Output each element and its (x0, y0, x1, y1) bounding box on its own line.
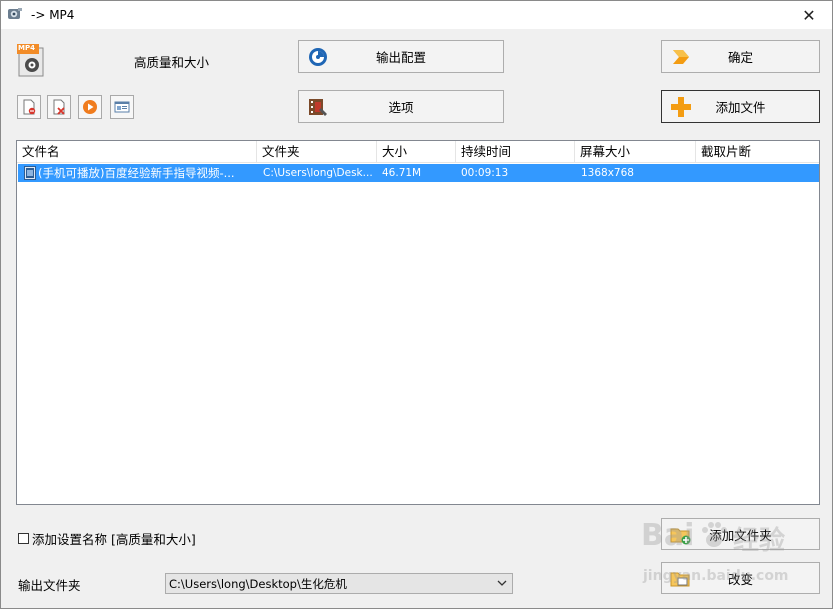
add-file-button[interactable]: 添加文件 (661, 90, 820, 123)
output-folder-select[interactable]: C:\Users\long\Desktop\生化危机 (165, 573, 513, 594)
options-button[interactable]: 选项 (298, 90, 504, 123)
chevron-down-icon (497, 580, 507, 586)
plus-icon (671, 97, 691, 117)
file-folder-cell: C:\Users\long\Desk... (263, 167, 373, 179)
format-badge: MP4 (18, 44, 35, 52)
output-config-button[interactable]: 输出配置 (298, 40, 504, 73)
column-header-screen-size[interactable]: 屏幕大小 (575, 141, 696, 163)
change-folder-icon (670, 572, 690, 587)
column-header-name[interactable]: 文件名 (17, 141, 257, 163)
column-header-size[interactable]: 大小 (377, 141, 456, 163)
app-icon (8, 8, 22, 19)
options-film-icon (309, 99, 327, 116)
add-folder-button[interactable]: 添加文件夹 (661, 518, 820, 550)
delete-file-icon (53, 99, 65, 115)
change-folder-label: 改变 (727, 571, 753, 587)
profile-label: 高质量和大小 (134, 55, 210, 70)
media-info-icon (114, 101, 130, 113)
output-config-label: 输出配置 (375, 50, 426, 65)
play-button[interactable] (78, 95, 102, 119)
ok-button[interactable]: 确定 (661, 40, 820, 73)
add-folder-icon (670, 528, 691, 545)
media-info-button[interactable] (110, 95, 134, 119)
app-window: -> MP4 ✕ MP4 高质量和大小 输出配置 确定 选项 添加文件 文件名 … (0, 0, 833, 609)
column-header-clip[interactable]: 截取片断 (696, 141, 819, 163)
file-list[interactable]: 文件名 文件夹 大小 持续时间 屏幕大小 截取片断 (手机可播放)百度经验新手指… (16, 140, 820, 505)
output-config-icon (309, 48, 327, 66)
options-label: 选项 (388, 100, 414, 115)
add-file-label: 添加文件 (715, 100, 766, 115)
add-setting-name-option[interactable]: 添加设置名称 [高质量和大小] (18, 529, 196, 548)
output-folder-label: 输出文件夹 (18, 578, 81, 593)
add-setting-name-checkbox[interactable] (18, 533, 29, 544)
close-icon: ✕ (802, 5, 816, 25)
file-size-cell: 46.71M (382, 167, 422, 179)
delete-file-button[interactable] (47, 95, 71, 119)
change-folder-button[interactable]: 改变 (661, 562, 820, 594)
add-setting-name-label: 添加设置名称 [高质量和大小] (32, 532, 196, 547)
ok-label: 确定 (727, 50, 753, 65)
file-clip-cell (697, 164, 819, 182)
output-folder-value: C:\Users\long\Desktop\生化危机 (169, 577, 347, 591)
remove-file-icon (23, 99, 36, 115)
close-button[interactable]: ✕ (786, 1, 832, 29)
title-bar: -> MP4 ✕ (1, 1, 832, 29)
file-row[interactable]: (手机可播放)百度经验新手指导视频-... C:\Users\long\Desk… (18, 164, 819, 182)
remove-file-button[interactable] (17, 95, 41, 119)
file-screen-size-cell: 1368x768 (581, 167, 634, 179)
add-folder-label: 添加文件夹 (709, 527, 772, 543)
play-icon (83, 100, 97, 114)
file-list-header: 文件名 文件夹 大小 持续时间 屏幕大小 截取片断 (17, 141, 819, 163)
file-name-cell: (手机可播放)百度经验新手指导视频-... (38, 166, 235, 180)
column-header-duration[interactable]: 持续时间 (456, 141, 575, 163)
file-duration-cell: 00:09:13 (461, 167, 509, 179)
ok-arrow-icon (673, 50, 689, 64)
window-title: -> MP4 (31, 8, 75, 22)
column-header-folder[interactable]: 文件夹 (257, 141, 377, 163)
